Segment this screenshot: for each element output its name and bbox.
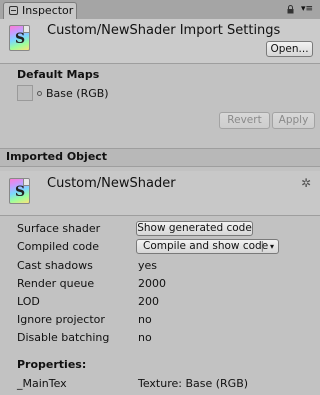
- prop-value-cast-shadows: yes: [138, 259, 158, 272]
- apply-button[interactable]: Apply: [272, 112, 315, 129]
- prop-label-ignore-projector: Ignore projector: [17, 313, 105, 326]
- tab-inspector-label: Inspector: [22, 4, 74, 17]
- open-button[interactable]: Open...: [266, 41, 313, 57]
- prop-value-ignore-projector: no: [138, 313, 152, 326]
- prop-value-maintex: Texture: Base (RGB): [138, 377, 249, 390]
- prop-label-disable-batching: Disable batching: [17, 331, 110, 344]
- prop-label-render-queue: Render queue: [17, 277, 95, 290]
- imported-object-name: Custom/NewShader: [47, 176, 176, 191]
- compile-and-show-code-label: Compile and show code: [143, 240, 269, 252]
- prop-label-maintex: _MainTex: [17, 377, 67, 390]
- page-title: Custom/NewShader Import Settings: [47, 23, 281, 38]
- show-generated-code-button[interactable]: Show generated code: [136, 221, 253, 236]
- lock-icon[interactable]: [287, 5, 294, 14]
- shader-asset-icon: S: [9, 178, 30, 204]
- prop-value-disable-batching: no: [138, 331, 152, 344]
- context-menu-icon[interactable]: ▾≡: [301, 4, 313, 14]
- imported-object-title: Imported Object: [6, 150, 108, 163]
- chevron-down-icon[interactable]: ▾: [270, 240, 274, 253]
- tab-inspector[interactable]: Inspector: [3, 2, 77, 19]
- prop-label-cast-shadows: Cast shadows: [17, 259, 93, 272]
- properties-heading: Properties:: [17, 358, 87, 371]
- compiled-code-label: Compiled code: [17, 240, 99, 253]
- compile-and-show-code-button[interactable]: Compile and show code | ▾: [136, 239, 279, 254]
- prop-value-render-queue: 2000: [138, 277, 166, 290]
- shader-asset-icon-letter: S: [15, 184, 26, 200]
- surface-shader-label: Surface shader: [17, 222, 101, 235]
- shader-icon: S: [9, 25, 30, 51]
- revert-button[interactable]: Revert: [219, 112, 270, 129]
- shader-icon-letter: S: [15, 31, 26, 47]
- inspector-icon: [9, 6, 18, 15]
- base-texture-slot[interactable]: [17, 85, 33, 101]
- prop-label-lod: LOD: [17, 295, 40, 308]
- dropdown-divider: |: [260, 240, 264, 252]
- gear-icon[interactable]: ✲: [301, 176, 311, 190]
- default-maps-label: Default Maps: [17, 68, 100, 81]
- object-picker-icon[interactable]: [37, 91, 42, 96]
- prop-value-lod: 200: [138, 295, 159, 308]
- base-map-label: Base (RGB): [46, 87, 109, 100]
